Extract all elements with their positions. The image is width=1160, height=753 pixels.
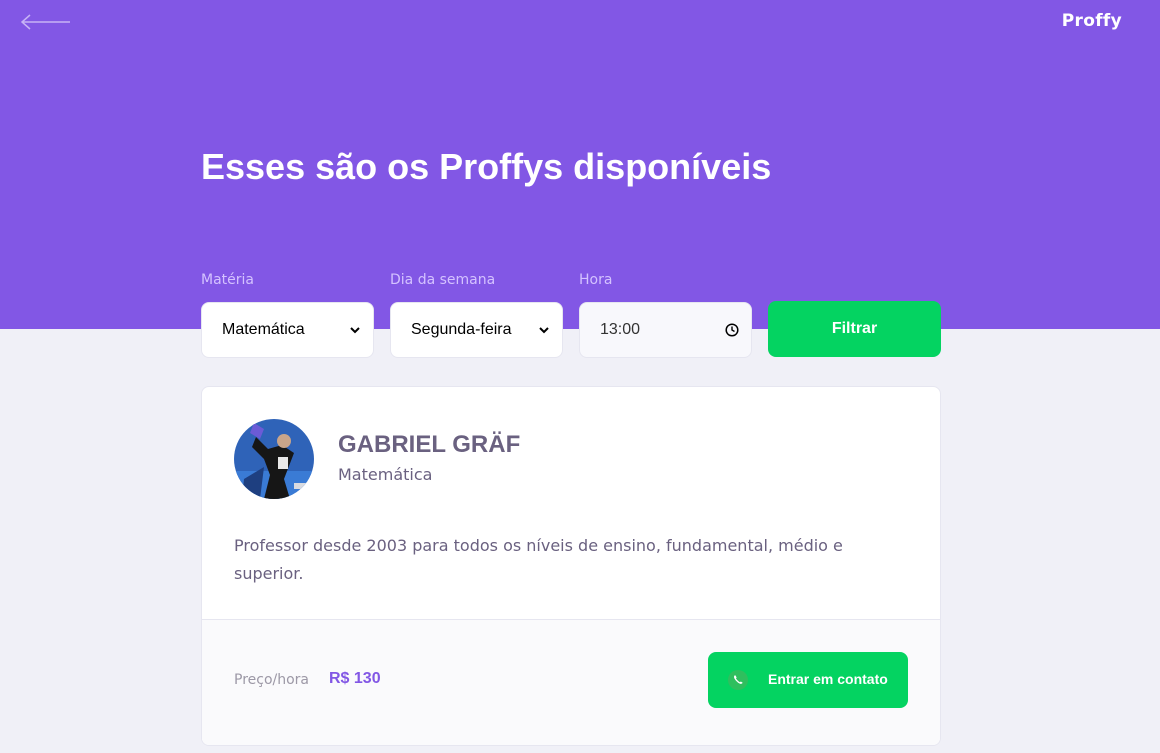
- card-footer: Preço/hora R$ 130 Entrar em contato: [202, 619, 940, 745]
- clock-icon[interactable]: [725, 323, 739, 337]
- teacher-card: GABRIEL GRÄF Matemática Professor desde …: [201, 386, 941, 746]
- subject-select-value: Matemática: [222, 321, 305, 338]
- subject-select[interactable]: Matemática: [201, 302, 374, 358]
- filter-button[interactable]: Filtrar: [768, 301, 941, 357]
- time-label: Hora: [579, 272, 613, 288]
- teacher-bio: Professor desde 2003 para todos os nívei…: [234, 536, 843, 583]
- avatar: [234, 419, 314, 499]
- price-value: R$ 130: [329, 670, 381, 687]
- subject-label: Matéria: [201, 272, 254, 288]
- page-title: Esses são os Proffys disponíveis: [201, 146, 772, 187]
- time-filter: Hora 13:00: [579, 272, 752, 358]
- whatsapp-icon: [728, 670, 748, 690]
- weekday-select-value: Segunda-feira: [411, 321, 512, 338]
- chevron-down-icon: [350, 327, 360, 334]
- time-input-value: 13:00: [600, 321, 641, 338]
- weekday-select[interactable]: Segunda-feira: [390, 302, 563, 358]
- back-arrow-icon[interactable]: [20, 12, 70, 32]
- contact-label: Entrar em contato: [768, 671, 888, 687]
- weekday-label: Dia da semana: [390, 272, 496, 288]
- teacher-subject: Matemática: [338, 465, 433, 484]
- teacher-name: GABRIEL GRÄF: [338, 431, 521, 458]
- chevron-down-icon: [539, 327, 549, 334]
- price-label: Preço/hora: [234, 672, 310, 688]
- subject-filter: Matéria Matemática: [201, 272, 374, 358]
- contact-button[interactable]: Entrar em contato: [708, 652, 908, 708]
- weekday-filter: Dia da semana Segunda-feira: [390, 272, 563, 358]
- time-input[interactable]: 13:00: [579, 302, 752, 358]
- logo: Proffy: [1061, 11, 1122, 31]
